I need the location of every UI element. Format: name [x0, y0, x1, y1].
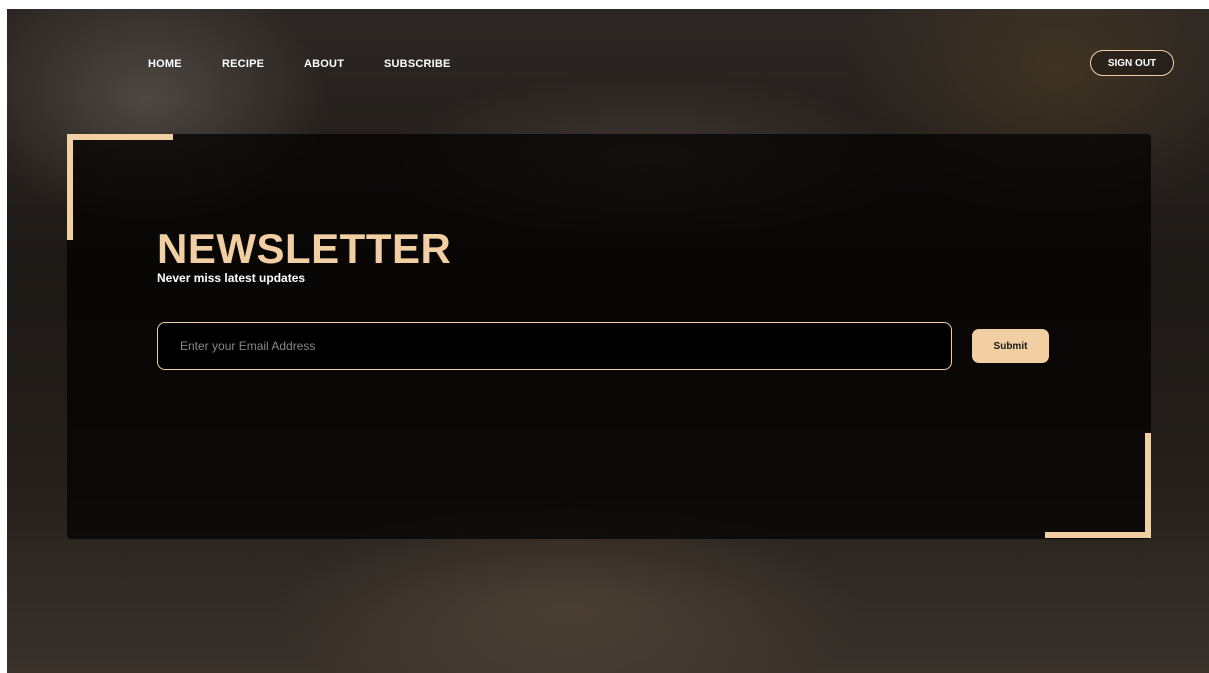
- submit-button[interactable]: Submit: [972, 329, 1049, 363]
- newsletter-title: NEWSLETTER: [157, 225, 452, 272]
- email-input[interactable]: [157, 322, 952, 370]
- corner-accent-top-left: [67, 134, 173, 140]
- corner-accent-bottom-right: [1045, 532, 1151, 538]
- nav-home-link[interactable]: HOME: [148, 58, 182, 70]
- nav-subscribe-link[interactable]: SUBSCRIBE: [384, 58, 451, 70]
- nav-about-link[interactable]: ABOUT: [304, 58, 344, 70]
- top-nav: HOME RECIPE ABOUT SUBSCRIBE SIGN OUT: [7, 9, 1209, 119]
- background-image: HOME RECIPE ABOUT SUBSCRIBE SIGN OUT NEW…: [7, 9, 1209, 673]
- corner-accent-top-left-vertical: [67, 134, 73, 240]
- newsletter-subtitle: Never miss latest updates: [157, 271, 306, 285]
- corner-accent-bottom-right-vertical: [1145, 433, 1151, 538]
- sign-out-button[interactable]: SIGN OUT: [1090, 50, 1174, 76]
- nav-recipe-link[interactable]: RECIPE: [222, 58, 264, 70]
